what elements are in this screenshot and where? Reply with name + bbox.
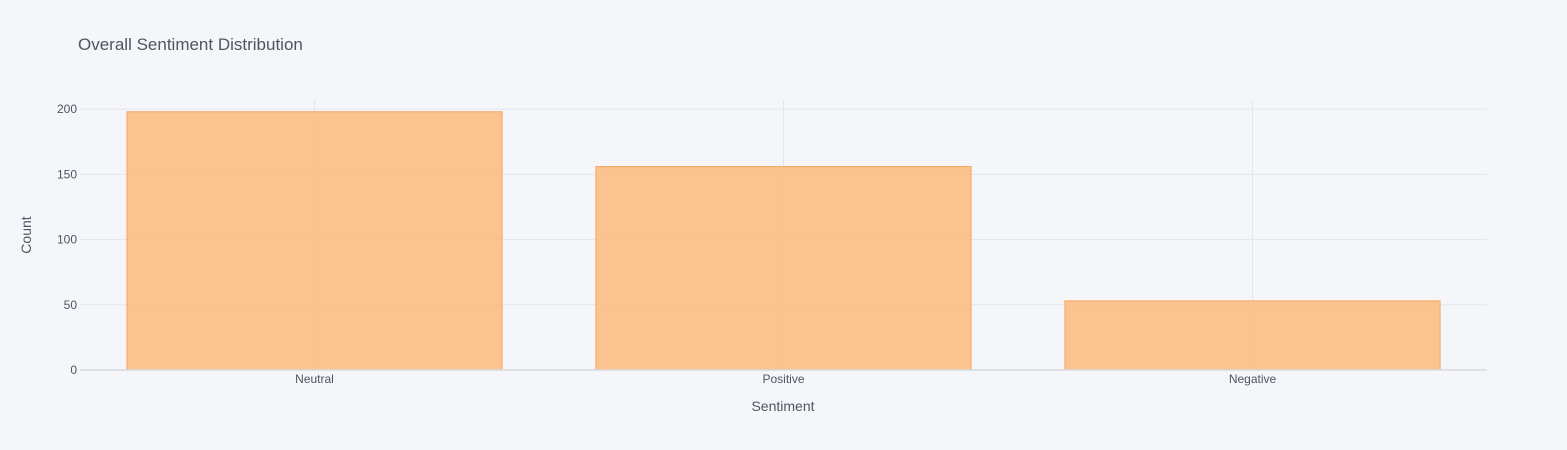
x-axis-title: Sentiment xyxy=(751,398,814,414)
bar-chart: 0 50 100 150 200 Neutral Positive Negative Over… xyxy=(0,0,1567,450)
x-tick-label: Neutral xyxy=(295,372,334,386)
y-tick-label: 100 xyxy=(57,233,77,247)
y-tick-label: 200 xyxy=(57,102,77,116)
bar-neutral[interactable] xyxy=(126,111,503,371)
x-tick-label: Negative xyxy=(1229,372,1277,386)
y-tick-label: 150 xyxy=(57,167,77,181)
bar-positive[interactable] xyxy=(595,166,972,371)
chart-title: Overall Sentiment Distribution xyxy=(78,35,303,54)
chart-container: 0 50 100 150 200 Neutral Positive Negative Over… xyxy=(0,0,1567,450)
bar-negative[interactable] xyxy=(1064,300,1441,371)
x-tick-label: Positive xyxy=(762,372,804,386)
y-tick-label: 50 xyxy=(64,298,78,312)
y-tick-label: 0 xyxy=(70,363,77,377)
y-axis-title: Count xyxy=(18,216,34,253)
